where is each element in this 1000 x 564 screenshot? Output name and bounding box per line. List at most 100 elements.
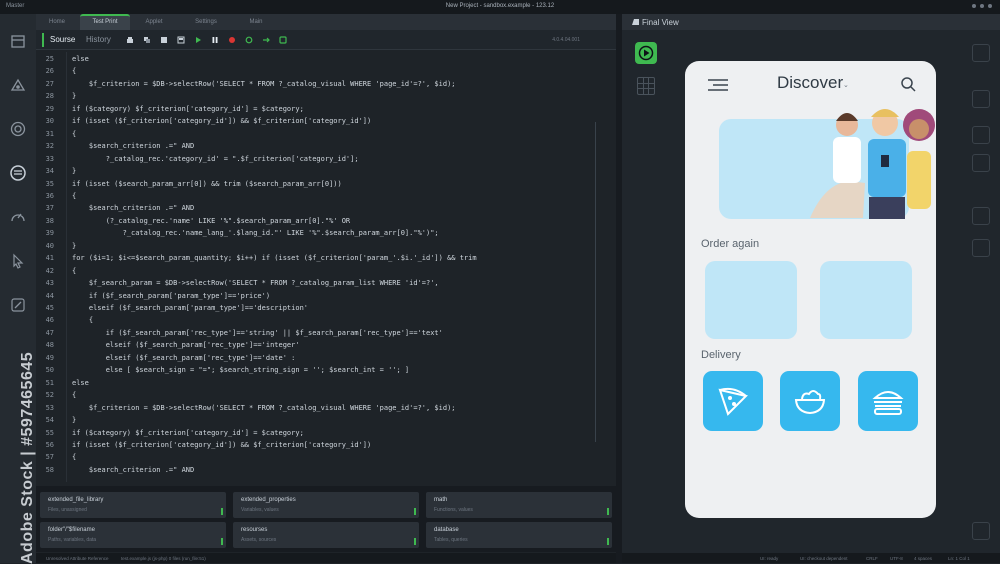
menu-dot-icon[interactable] [980, 4, 984, 8]
menu-dot-icon[interactable] [988, 4, 992, 8]
code-line[interactable]: 44 if ($f_search_param['param_type']=='p… [36, 292, 616, 304]
order-again-heading: Order again [701, 238, 760, 250]
menu-dot-icon[interactable] [972, 4, 976, 8]
order-again-card[interactable] [820, 261, 912, 339]
copy-icon[interactable] [143, 36, 151, 44]
tab-applet[interactable]: Applet [134, 14, 174, 30]
code-line[interactable]: 26 { [36, 67, 616, 79]
search-icon[interactable] [900, 76, 916, 92]
stop-icon[interactable] [228, 36, 236, 44]
code-icon[interactable] [972, 239, 990, 257]
code-line[interactable]: 50 else [ $search_sign = "="; $search_st… [36, 366, 616, 378]
code-line[interactable]: 40} [36, 242, 616, 254]
card-sublabel: Paths, variables, data [48, 537, 97, 543]
code-text: { [72, 191, 77, 200]
code-line[interactable]: 41 for ($i=1; $i<=$search_param_quantity;… [36, 254, 616, 266]
package-icon[interactable] [9, 32, 27, 50]
debug-icon[interactable] [279, 36, 287, 44]
code-text: $f_criterion = $DB->selectRow('SELECT * … [72, 79, 456, 88]
card-label: resourses [241, 527, 268, 533]
code-line[interactable]: 48 elseif ($f_search_param['rec_type']==… [36, 341, 616, 353]
chevron-down-icon[interactable]: ⌄ [843, 81, 849, 89]
code-text: if (isset ($f_criterion['category_id']) … [72, 440, 372, 449]
code-line[interactable]: 53 $f_criterion = $DB->selectRow('SELECT… [36, 404, 616, 416]
code-text: { [72, 67, 77, 76]
grid-view-button[interactable] [637, 77, 655, 95]
line-number: 40 [45, 241, 54, 250]
code-line[interactable]: 31 { [36, 130, 616, 142]
document-icon[interactable] [160, 36, 168, 44]
code-text: $search_criterion .=" AND [72, 142, 195, 151]
code-line[interactable]: 47 if ($f_search_param['rec_type']=='str… [36, 329, 616, 341]
code-line[interactable]: 39 ?_catalog_rec.'name_lang_'.$lang_id."… [36, 229, 616, 241]
tab-main[interactable]: Main [236, 14, 276, 30]
library-card[interactable]: math Functions, values [426, 492, 612, 518]
code-line[interactable]: 34} [36, 167, 616, 179]
code-line[interactable]: 55 if ($category) $f_criterion['category_… [36, 429, 616, 441]
database-icon[interactable] [9, 164, 27, 182]
assets-icon[interactable] [972, 126, 990, 144]
library-card[interactable]: database Tables, queries [426, 522, 612, 548]
category-salad-button[interactable] [780, 371, 840, 431]
cursor-icon[interactable] [9, 252, 27, 270]
library-card[interactable]: extended_properties Variables, values [233, 492, 419, 518]
code-line[interactable]: 52 { [36, 391, 616, 403]
code-line[interactable]: 27 $f_criterion = $DB->selectRow('SELECT… [36, 80, 616, 92]
refresh-icon[interactable] [245, 36, 253, 44]
code-line[interactable]: 28} [36, 92, 616, 104]
grid-icon [638, 78, 654, 94]
code-line[interactable]: 35 if (isset ($search_param_arr[0]) && tr… [36, 180, 616, 192]
code-line[interactable]: 45 elseif ($f_search_param['param_type']… [36, 304, 616, 316]
order-again-card[interactable] [705, 261, 797, 339]
components-icon[interactable] [972, 154, 990, 172]
code-line[interactable]: 57 { [36, 453, 616, 465]
code-line[interactable]: 54} [36, 416, 616, 428]
pause-icon[interactable] [211, 36, 219, 44]
preview-header: Final View [622, 14, 1000, 30]
menu-icon[interactable] [707, 79, 729, 91]
library-card[interactable]: extended_file_library Files, unassigned [40, 492, 226, 518]
tab-home[interactable]: Home [38, 14, 76, 30]
code-line[interactable]: 49 elseif ($f_search_param['rec_type']==… [36, 354, 616, 366]
code-line[interactable]: 29 if ($category) $f_criterion['category_… [36, 105, 616, 117]
category-pizza-button[interactable] [703, 371, 763, 431]
code-line[interactable]: 37 $search_criterion .=" AND [36, 204, 616, 216]
network-icon[interactable] [9, 76, 27, 94]
target-icon[interactable] [9, 120, 27, 138]
source-tab[interactable]: Sourse [42, 33, 80, 47]
properties-icon[interactable] [972, 207, 990, 225]
code-line[interactable]: 42 { [36, 267, 616, 279]
tab-settings[interactable]: Settings [186, 14, 226, 30]
code-line[interactable]: 58 $search_criterion .=" AND [36, 466, 616, 478]
save-icon[interactable] [177, 36, 185, 44]
link-icon[interactable] [9, 296, 27, 314]
code-line[interactable]: 38 (?_catalog_rec.'name' LIKE '%".$searc… [36, 217, 616, 229]
phone-preview[interactable]: Discover ⌄ Order again Delivery [685, 61, 936, 518]
code-line[interactable]: 43 $f_search_param = $DB->selectRow('SEL… [36, 279, 616, 291]
window-controls[interactable] [972, 4, 992, 8]
code-line[interactable]: 25 else [36, 55, 616, 67]
line-number: 37 [45, 204, 54, 213]
code-editor[interactable]: 25 else 26 {27 $f_criterion = $DB->selectRo… [36, 52, 616, 482]
code-line[interactable]: 30 if (isset ($f_criterion['category_id']… [36, 117, 616, 129]
code-line[interactable]: 36 { [36, 192, 616, 204]
code-line[interactable]: 33 ?_catalog_rec.'category_id' = ".$f_cr… [36, 155, 616, 167]
category-burger-button[interactable] [858, 371, 918, 431]
export-icon[interactable] [972, 522, 990, 540]
code-line[interactable]: 51 else [36, 379, 616, 391]
step-icon[interactable] [262, 36, 270, 44]
library-card[interactable]: resourses Assets, sources [233, 522, 419, 548]
code-line[interactable]: 56 if (isset ($f_criterion['category_id']… [36, 441, 616, 453]
run-preview-button[interactable] [635, 42, 657, 64]
screen-title[interactable]: Discover [777, 73, 843, 93]
tab-test-print[interactable]: Test Print [80, 14, 130, 30]
printer-icon[interactable] [126, 36, 134, 44]
play-icon[interactable] [194, 36, 202, 44]
layers-icon[interactable] [972, 90, 990, 108]
gauge-icon[interactable] [9, 208, 27, 226]
library-card[interactable]: folder"/"$filename Paths, variables, data [40, 522, 226, 548]
inspector-icon[interactable] [972, 44, 990, 62]
code-line[interactable]: 32 $search_criterion .=" AND [36, 142, 616, 154]
code-line[interactable]: 46 { [36, 316, 616, 328]
history-tab[interactable]: History [86, 35, 111, 44]
